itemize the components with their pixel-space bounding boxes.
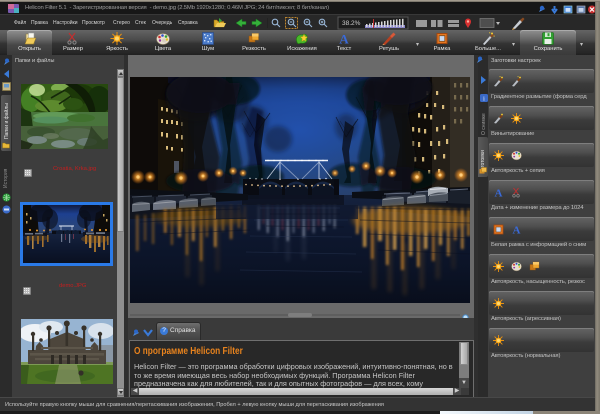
svg-text:A: A (495, 188, 503, 199)
svg-text:A: A (339, 32, 349, 45)
svg-text:A: A (513, 225, 521, 236)
svg-text:38.2%: 38.2% (342, 20, 361, 27)
